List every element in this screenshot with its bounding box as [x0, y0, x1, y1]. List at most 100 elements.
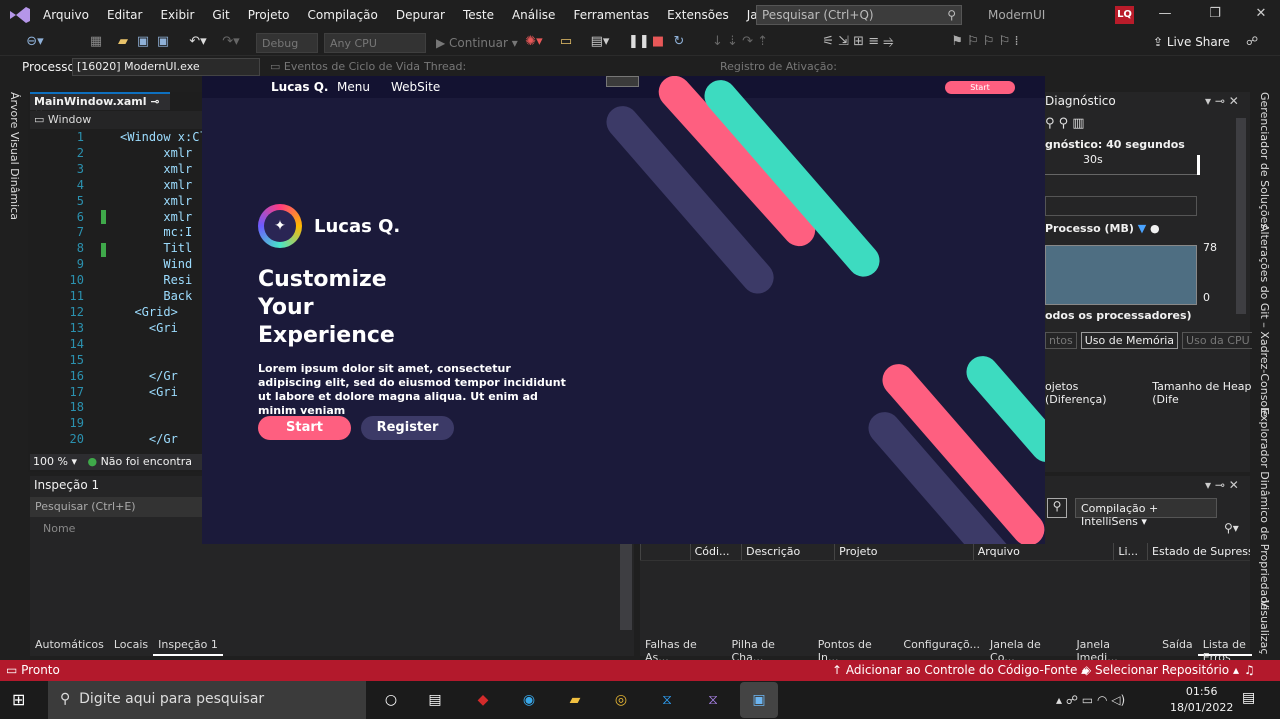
editor-tab[interactable]: MainWindow.xaml ⊸ ✕ [30, 92, 170, 121]
error-panel-tab[interactable]: Configuraçõ... [898, 636, 985, 656]
code-line[interactable]: Titl [120, 241, 207, 257]
menu-item[interactable]: Análise [503, 8, 564, 22]
nav-menu[interactable]: Menu [337, 80, 370, 94]
diag-scrollbar[interactable] [1236, 118, 1246, 314]
redo-icon[interactable]: ↷▾ [216, 34, 246, 52]
code-line[interactable]: xmlr [120, 210, 207, 226]
code-line[interactable] [120, 400, 207, 416]
pin-icon[interactable]: ⊸ [150, 95, 159, 108]
bottom-tab[interactable]: Automáticos [30, 636, 109, 656]
code-line[interactable]: <Gri [120, 321, 207, 337]
error-panel-tab[interactable]: Pilha de Cha... [726, 636, 812, 664]
menu-item[interactable]: Git [203, 8, 238, 22]
vscode-icon[interactable]: ⧖ [654, 688, 680, 712]
search-box[interactable]: Pesquisar (Ctrl+Q) ⚲ [756, 5, 962, 25]
solution-explorer-tab[interactable]: Gerenciador de Soluções [1258, 92, 1271, 229]
menu-item[interactable]: Ferramentas [564, 8, 658, 22]
menu-item[interactable]: Projeto [239, 8, 299, 22]
mcafee-icon[interactable]: ◆ [470, 688, 496, 712]
error-panel-tab[interactable]: Pontos de In... [813, 636, 899, 664]
error-panel-tab[interactable]: Janela de Co... [985, 636, 1071, 664]
visual-tree-tab[interactable]: Árvore Visual Dinâmica [8, 92, 21, 220]
error-panel-tab[interactable]: Saída [1157, 636, 1198, 656]
modernui-app-icon[interactable]: ▣ [740, 682, 778, 718]
restore-icon[interactable]: ❐ [1200, 6, 1230, 24]
panel-controls-icon[interactable]: ▾ ⊸ ✕ [1205, 478, 1239, 492]
code-line[interactable]: xmlr [120, 194, 207, 210]
minimize-icon[interactable]: — [1150, 6, 1180, 24]
pause-icon[interactable]: ❚❚ [628, 34, 650, 52]
live-share-button[interactable]: ⇪ Live Share [1153, 35, 1230, 49]
open-folder-icon[interactable]: ▰ [114, 34, 132, 52]
folder-icon[interactable]: ▭ [556, 34, 576, 52]
new-item-icon[interactable]: ▦ [84, 34, 108, 52]
code-line[interactable] [120, 337, 207, 353]
windows-start-icon[interactable]: ⊞ [12, 690, 25, 709]
menu-item[interactable]: Teste [454, 8, 503, 22]
code-line[interactable]: </Gr [120, 432, 207, 448]
error-panel-tab[interactable]: Falhas de As... [640, 636, 726, 664]
git-changes-tab[interactable]: Alterações do Git – Xadrez-Console [1258, 224, 1271, 417]
panel-controls-icon[interactable]: ▾ ⊸ ✕ [1205, 94, 1239, 108]
timeline-cursor[interactable] [1197, 155, 1200, 175]
scrollbar[interactable] [620, 540, 632, 630]
edge-icon[interactable]: ◉ [516, 688, 542, 712]
lifecycle-events[interactable]: ▭ Eventos de Ciclo de Vida [270, 60, 420, 73]
bottom-tab[interactable]: Locais [109, 636, 153, 656]
code-line[interactable]: Wind [120, 257, 207, 273]
menu-item[interactable]: Compilação [299, 8, 387, 22]
error-column-header[interactable]: Códi... [689, 543, 742, 560]
memory-column-header[interactable]: ojetos (Diferença) [1045, 380, 1142, 406]
nav-start-button[interactable]: Start [945, 81, 1015, 94]
hot-reload-icon[interactable]: ✺▾ [520, 34, 548, 52]
platform-dropdown[interactable]: Any CPU [324, 33, 426, 53]
register-button[interactable]: Register [361, 416, 454, 440]
error-panel-tab[interactable]: Janela Imedi... [1071, 636, 1157, 664]
chrome-icon[interactable]: ◎ [608, 688, 634, 712]
code-line[interactable]: Resi [120, 273, 207, 289]
close-icon[interactable]: ✕ [1246, 6, 1276, 24]
search-icon[interactable]: ⚲▾ [1224, 521, 1239, 535]
debug-toolbar-handle[interactable] [606, 76, 639, 87]
error-column-header[interactable]: Li... [1113, 543, 1147, 560]
filter-icon[interactable]: ⚲ [1047, 498, 1067, 518]
avatar[interactable]: LQ [1115, 6, 1134, 24]
notification-center-icon[interactable]: ▤ [1242, 690, 1255, 706]
code-line[interactable] [120, 416, 207, 432]
code-line[interactable]: Back [120, 289, 207, 305]
menu-item[interactable]: Exibir [151, 8, 203, 22]
undo-icon[interactable]: ↶▾ [183, 34, 213, 52]
stop-icon[interactable]: ■ [650, 34, 666, 52]
continue-button[interactable]: ▶ Continuar ▾ [436, 36, 518, 50]
restart-icon[interactable]: ↻ [670, 34, 688, 52]
bottom-tab[interactable]: Inspeção 1 [153, 636, 223, 656]
feedback-icon[interactable]: ☍ [1246, 34, 1258, 48]
tray-icons[interactable]: ▴ ☍ ▭ ◠ ◁) [1056, 693, 1125, 707]
code-line[interactable]: xmlr [120, 162, 207, 178]
diag-tab[interactable]: Uso da CPU [1182, 332, 1254, 349]
process-dropdown[interactable]: [16020] ModernUI.exe [72, 58, 260, 76]
select-repository[interactable]: ◈ Selecionar Repositório ▴ [1082, 663, 1239, 677]
widgets-icon[interactable]: ▤ [422, 688, 448, 712]
config-dropdown[interactable]: Debug [256, 33, 318, 53]
menu-item[interactable]: Arquivo [34, 8, 98, 22]
error-column-header[interactable]: Arquivo [972, 543, 1114, 560]
error-column-header[interactable]: Descrição [741, 543, 834, 560]
menu-item[interactable]: Extensões [658, 8, 738, 22]
visualizer-tab[interactable]: Visualizaç [1258, 600, 1271, 654]
build-filter-dropdown[interactable]: Compilação + IntelliSens ▾ [1075, 498, 1217, 528]
task-view-icon[interactable]: ○ [378, 688, 404, 712]
start-button[interactable]: Start [258, 416, 351, 440]
error-column-header[interactable]: Estado de Supressão [1147, 543, 1250, 560]
timeline[interactable]: 30s [1045, 153, 1200, 175]
code-line[interactable]: <Gri [120, 385, 207, 401]
editor-breadcrumb[interactable]: ▭ Window [30, 111, 202, 129]
diag-tool-icons[interactable]: ⚲ ⚲ ▥ [1045, 116, 1085, 131]
watch-search[interactable]: Pesquisar (Ctrl+E) [30, 497, 202, 517]
menu-item[interactable]: Depurar [387, 8, 454, 22]
diag-tab[interactable]: ntos [1045, 332, 1077, 349]
notifications-icon[interactable]: ♫ [1244, 663, 1255, 677]
diag-tab[interactable]: Uso de Memória [1080, 332, 1179, 349]
back-icon[interactable]: ⊖▾ [22, 34, 48, 52]
save-icon[interactable]: ▣ [134, 34, 152, 52]
